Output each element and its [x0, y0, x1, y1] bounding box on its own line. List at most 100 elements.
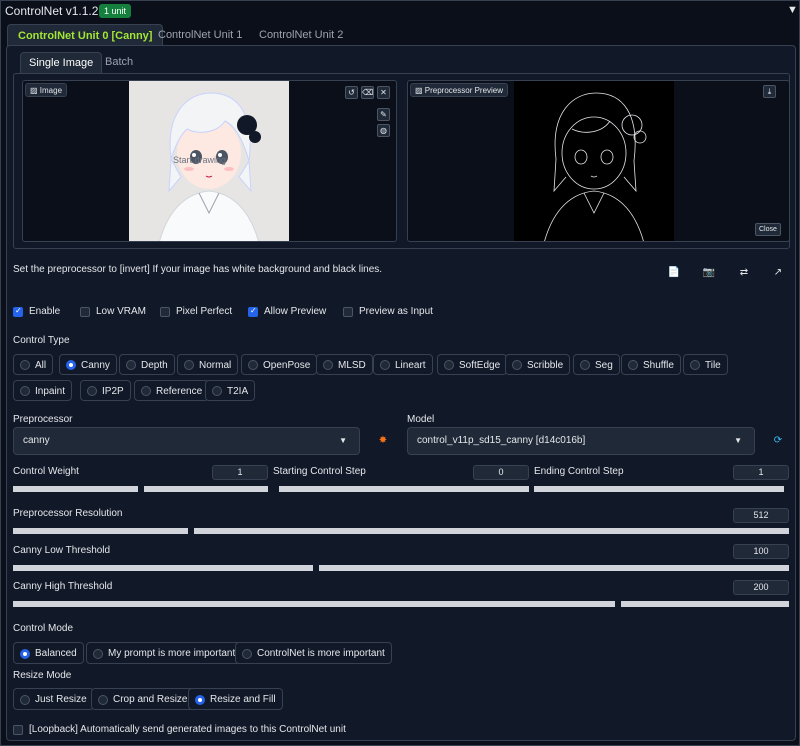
control-type-depth[interactable]: Depth: [119, 354, 175, 375]
tab-batch[interactable]: Batch: [97, 52, 141, 73]
low-threshold-label: Canny Low Threshold: [13, 545, 111, 556]
control-mode-balanced[interactable]: Balanced: [13, 642, 84, 664]
camera-icon[interactable]: 📷: [702, 266, 716, 280]
checkbox-label: Low VRAM: [96, 306, 147, 317]
model-label: Model: [407, 414, 435, 425]
new-canvas-icon[interactable]: 📄: [667, 266, 681, 280]
slider-track: [13, 565, 789, 571]
unit-panel: Single Image Batch ▨ Image Start drawing…: [6, 45, 796, 741]
control-type-openpose[interactable]: OpenPose: [241, 354, 318, 375]
checkbox-label: [Loopback] Automatically send generated …: [29, 724, 346, 735]
enable-checkbox[interactable]: Enable: [13, 306, 73, 319]
control-type-tile[interactable]: Tile: [683, 354, 728, 375]
preview-as-input-checkbox[interactable]: Preview as Input: [343, 306, 438, 319]
slider-thumb[interactable]: [188, 526, 194, 536]
collapse-triangle-icon[interactable]: ▼: [787, 4, 798, 16]
accordion-header[interactable]: ControlNet v1.1.234 1 unit ▼: [1, 1, 800, 21]
send-dimensions-icon[interactable]: ↗: [771, 266, 785, 280]
controlnet-accordion: ControlNet v1.1.234 1 unit ▼ ControlNet …: [0, 0, 800, 746]
control-type-lineart[interactable]: Lineart: [373, 354, 433, 375]
pixel-perfect-checkbox[interactable]: Pixel Perfect: [160, 306, 240, 319]
slider-thumb[interactable]: [138, 484, 144, 494]
control-type-shuffle[interactable]: Shuffle: [621, 354, 681, 375]
control-type-seg[interactable]: Seg: [573, 354, 620, 375]
low-vram-checkbox[interactable]: Low VRAM: [80, 306, 150, 319]
control-type-reference[interactable]: Reference: [134, 380, 210, 401]
control-mode-prompt[interactable]: My prompt is more important: [86, 642, 243, 664]
checkbox-label: Pixel Perfect: [176, 306, 233, 317]
tab-unit-0[interactable]: ControlNet Unit 0 [Canny]: [7, 24, 164, 46]
resolution-input[interactable]: 512: [733, 508, 789, 523]
image-icon: ▨: [415, 86, 425, 95]
allow-preview-checkbox[interactable]: Allow Preview: [248, 306, 333, 319]
tab-unit-1[interactable]: ControlNet Unit 1: [148, 24, 252, 46]
invert-hint: Set the preprocessor to [invert] If your…: [13, 264, 383, 275]
color-palette-icon[interactable]: ◍: [377, 124, 390, 137]
model-dropdown[interactable]: control_v11p_sd15_canny [d14c016b] ▼: [407, 427, 755, 455]
checkbox-label: Allow Preview: [264, 306, 327, 317]
checkbox-box[interactable]: [80, 307, 90, 317]
starting-step-input[interactable]: 0: [473, 465, 529, 480]
tab-single-image[interactable]: Single Image: [20, 52, 103, 73]
preprocessor-preview: ▨ Preprocessor Preview ⤓ Close: [407, 80, 790, 242]
checkbox-box[interactable]: [160, 307, 170, 317]
starting-step-slider[interactable]: [273, 484, 529, 495]
control-mode-label: Control Mode: [13, 623, 74, 634]
high-threshold-label: Canny High Threshold: [13, 581, 113, 592]
refresh-models-icon[interactable]: ⟳: [771, 434, 785, 448]
preprocessor-label: Preprocessor: [13, 414, 73, 425]
control-weight-input[interactable]: 1: [212, 465, 268, 480]
control-type-inpaint[interactable]: Inpaint: [13, 380, 73, 401]
resize-mode-crop[interactable]: Crop and Resize: [91, 688, 195, 710]
ending-step-label: Ending Control Step: [534, 466, 624, 477]
control-type-canny[interactable]: Canny: [59, 354, 117, 375]
slider-thumb[interactable]: [615, 599, 621, 609]
control-type-softedge[interactable]: SoftEdge: [437, 354, 508, 375]
close-icon[interactable]: ✕: [377, 86, 390, 99]
control-type-mlsd[interactable]: MLSD: [316, 354, 373, 375]
control-type-all[interactable]: All: [13, 354, 54, 375]
control-type-t2ia[interactable]: T2IA: [205, 380, 256, 401]
high-threshold-input[interactable]: 200: [733, 580, 789, 595]
tab-unit-2[interactable]: ControlNet Unit 2: [249, 24, 353, 46]
slider-track: [13, 601, 789, 607]
loopback-checkbox[interactable]: [Loopback] Automatically send generated …: [13, 724, 346, 737]
control-weight-slider[interactable]: [13, 484, 268, 495]
close-preview-button[interactable]: Close: [755, 223, 781, 236]
ending-step-slider[interactable]: [534, 484, 790, 495]
clear-icon[interactable]: ⌫: [361, 86, 374, 99]
high-threshold-slider[interactable]: [13, 599, 789, 610]
download-icon[interactable]: ⤓: [763, 85, 776, 98]
canny-preview-image: [514, 81, 674, 241]
resize-mode-fill[interactable]: Resize and Fill: [188, 688, 283, 710]
resize-mode-just-resize[interactable]: Just Resize: [13, 688, 94, 710]
checkbox-box[interactable]: [13, 725, 23, 735]
low-threshold-input[interactable]: 100: [733, 544, 789, 559]
control-mode-controlnet[interactable]: ControlNet is more important: [235, 642, 392, 664]
image-icon: ▨: [30, 86, 40, 95]
canny-edges: [544, 92, 647, 241]
control-type-ip2p[interactable]: IP2P: [80, 380, 131, 401]
control-type-normal[interactable]: Normal: [177, 354, 239, 375]
chevron-down-icon: ▼: [339, 436, 347, 445]
low-threshold-slider[interactable]: [13, 563, 789, 574]
undo-icon[interactable]: ↺: [345, 86, 358, 99]
preprocessor-dropdown[interactable]: canny ▼: [13, 427, 360, 455]
run-preprocessor-icon[interactable]: ✸: [376, 434, 390, 448]
canvas-overlay-text: Start drawing: [173, 155, 227, 165]
checkbox-box[interactable]: [343, 307, 353, 317]
brush-icon[interactable]: ✎: [377, 108, 390, 121]
slider-thumb[interactable]: [273, 484, 279, 494]
checkbox-box[interactable]: [248, 306, 258, 317]
checkbox-label: Enable: [29, 306, 61, 317]
control-type-scribble[interactable]: Scribble: [505, 354, 571, 375]
ending-step-input[interactable]: 1: [733, 465, 789, 480]
accordion-title: ControlNet v1.1.234: [5, 4, 112, 18]
checkbox-box[interactable]: [13, 306, 23, 317]
slider-thumb[interactable]: [784, 484, 790, 494]
mirror-icon[interactable]: ⇄: [737, 266, 751, 280]
slider-thumb[interactable]: [313, 563, 319, 573]
resolution-label: Preprocessor Resolution: [13, 508, 123, 519]
resolution-slider[interactable]: [13, 526, 789, 537]
image-input[interactable]: ▨ Image Start drawing ↺ ⌫ ✕ ✎ ◍: [22, 80, 397, 242]
